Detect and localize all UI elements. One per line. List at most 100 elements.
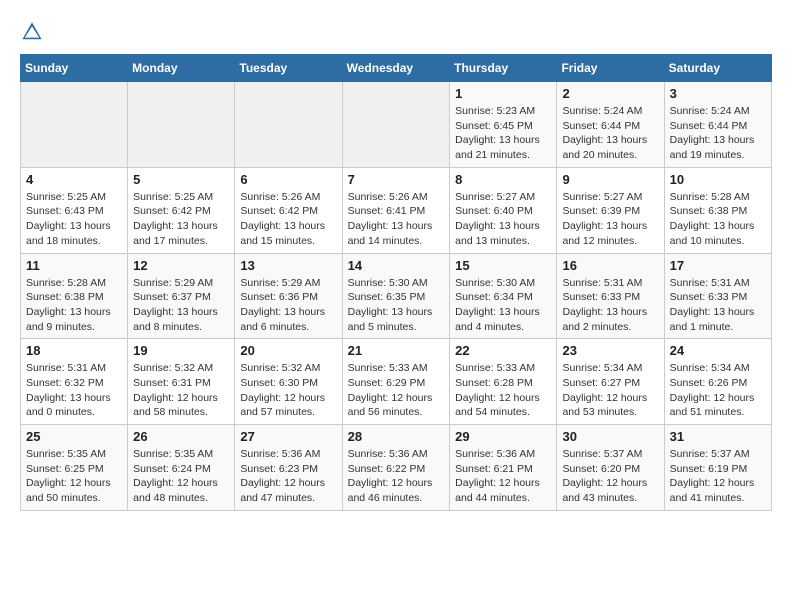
- day-info: Sunrise: 5:32 AM Sunset: 6:31 PM Dayligh…: [133, 361, 229, 420]
- calendar-cell: 7 Sunrise: 5:26 AM Sunset: 6:41 PM Daylig…: [342, 167, 450, 253]
- calendar-cell: 6 Sunrise: 5:26 AM Sunset: 6:42 PM Daylig…: [235, 167, 342, 253]
- day-info: Sunrise: 5:28 AM Sunset: 6:38 PM Dayligh…: [670, 190, 766, 249]
- day-of-week-header: Wednesday: [342, 55, 450, 82]
- day-info: Sunrise: 5:36 AM Sunset: 6:21 PM Dayligh…: [455, 447, 551, 506]
- day-info: Sunrise: 5:31 AM Sunset: 6:32 PM Dayligh…: [26, 361, 122, 420]
- day-of-week-header: Tuesday: [235, 55, 342, 82]
- day-of-week-row: SundayMondayTuesdayWednesdayThursdayFrid…: [21, 55, 772, 82]
- calendar-cell: 21 Sunrise: 5:33 AM Sunset: 6:29 PM Dayli…: [342, 339, 450, 425]
- day-number: 28: [348, 429, 445, 444]
- day-info: Sunrise: 5:24 AM Sunset: 6:44 PM Dayligh…: [670, 104, 766, 163]
- calendar-cell: 23 Sunrise: 5:34 AM Sunset: 6:27 PM Dayli…: [557, 339, 664, 425]
- logo-icon: [20, 20, 44, 44]
- week-row: 1Sunrise: 5:23 AM Sunset: 6:45 PM Daylig…: [21, 82, 772, 168]
- day-info: Sunrise: 5:35 AM Sunset: 6:25 PM Dayligh…: [26, 447, 122, 506]
- day-of-week-header: Thursday: [450, 55, 557, 82]
- calendar-cell: 25 Sunrise: 5:35 AM Sunset: 6:25 PM Dayli…: [21, 425, 128, 511]
- day-number: 22: [455, 343, 551, 358]
- day-number: 10: [670, 172, 766, 187]
- day-number: 4: [26, 172, 122, 187]
- day-info: Sunrise: 5:30 AM Sunset: 6:35 PM Dayligh…: [348, 276, 445, 335]
- calendar-cell: 27 Sunrise: 5:36 AM Sunset: 6:23 PM Dayli…: [235, 425, 342, 511]
- day-number: 5: [133, 172, 229, 187]
- day-info: Sunrise: 5:37 AM Sunset: 6:19 PM Dayligh…: [670, 447, 766, 506]
- day-number: 3: [670, 86, 766, 101]
- calendar-cell: 29 Sunrise: 5:36 AM Sunset: 6:21 PM Dayli…: [450, 425, 557, 511]
- week-row: 25 Sunrise: 5:35 AM Sunset: 6:25 PM Dayli…: [21, 425, 772, 511]
- day-info: Sunrise: 5:26 AM Sunset: 6:42 PM Dayligh…: [240, 190, 336, 249]
- day-number: 8: [455, 172, 551, 187]
- calendar-cell: 12 Sunrise: 5:29 AM Sunset: 6:37 PM Dayli…: [128, 253, 235, 339]
- calendar-cell: 10 Sunrise: 5:28 AM Sunset: 6:38 PM Dayli…: [664, 167, 771, 253]
- calendar-cell: [21, 82, 128, 168]
- day-number: 25: [26, 429, 122, 444]
- calendar-cell: 17Sunrise: 5:31 AM Sunset: 6:33 PM Dayli…: [664, 253, 771, 339]
- day-number: 9: [562, 172, 658, 187]
- day-of-week-header: Sunday: [21, 55, 128, 82]
- day-number: 7: [348, 172, 445, 187]
- day-number: 21: [348, 343, 445, 358]
- day-info: Sunrise: 5:30 AM Sunset: 6:34 PM Dayligh…: [455, 276, 551, 335]
- day-info: Sunrise: 5:33 AM Sunset: 6:29 PM Dayligh…: [348, 361, 445, 420]
- day-info: Sunrise: 5:35 AM Sunset: 6:24 PM Dayligh…: [133, 447, 229, 506]
- day-number: 18: [26, 343, 122, 358]
- day-info: Sunrise: 5:29 AM Sunset: 6:37 PM Dayligh…: [133, 276, 229, 335]
- day-number: 19: [133, 343, 229, 358]
- day-number: 29: [455, 429, 551, 444]
- day-number: 2: [562, 86, 658, 101]
- day-info: Sunrise: 5:27 AM Sunset: 6:40 PM Dayligh…: [455, 190, 551, 249]
- day-number: 24: [670, 343, 766, 358]
- day-info: Sunrise: 5:33 AM Sunset: 6:28 PM Dayligh…: [455, 361, 551, 420]
- calendar-cell: 4 Sunrise: 5:25 AM Sunset: 6:43 PM Daylig…: [21, 167, 128, 253]
- day-number: 30: [562, 429, 658, 444]
- calendar-cell: 16 Sunrise: 5:31 AM Sunset: 6:33 PM Dayli…: [557, 253, 664, 339]
- day-info: Sunrise: 5:34 AM Sunset: 6:26 PM Dayligh…: [670, 361, 766, 420]
- day-info: Sunrise: 5:25 AM Sunset: 6:42 PM Dayligh…: [133, 190, 229, 249]
- day-number: 6: [240, 172, 336, 187]
- day-info: Sunrise: 5:34 AM Sunset: 6:27 PM Dayligh…: [562, 361, 658, 420]
- day-info: Sunrise: 5:25 AM Sunset: 6:43 PM Dayligh…: [26, 190, 122, 249]
- calendar-body: 1Sunrise: 5:23 AM Sunset: 6:45 PM Daylig…: [21, 82, 772, 511]
- calendar-cell: 26Sunrise: 5:35 AM Sunset: 6:24 PM Dayli…: [128, 425, 235, 511]
- calendar-cell: 3 Sunrise: 5:24 AM Sunset: 6:44 PM Daylig…: [664, 82, 771, 168]
- day-info: Sunrise: 5:31 AM Sunset: 6:33 PM Dayligh…: [670, 276, 766, 335]
- calendar-cell: 8 Sunrise: 5:27 AM Sunset: 6:40 PM Daylig…: [450, 167, 557, 253]
- day-number: 16: [562, 258, 658, 273]
- calendar-cell: 15 Sunrise: 5:30 AM Sunset: 6:34 PM Dayli…: [450, 253, 557, 339]
- day-info: Sunrise: 5:36 AM Sunset: 6:23 PM Dayligh…: [240, 447, 336, 506]
- calendar-cell: 30 Sunrise: 5:37 AM Sunset: 6:20 PM Dayli…: [557, 425, 664, 511]
- calendar-cell: [235, 82, 342, 168]
- calendar-cell: 31Sunrise: 5:37 AM Sunset: 6:19 PM Dayli…: [664, 425, 771, 511]
- day-number: 12: [133, 258, 229, 273]
- calendar: SundayMondayTuesdayWednesdayThursdayFrid…: [20, 54, 772, 511]
- day-info: Sunrise: 5:28 AM Sunset: 6:38 PM Dayligh…: [26, 276, 122, 335]
- calendar-cell: 5 Sunrise: 5:25 AM Sunset: 6:42 PM Daylig…: [128, 167, 235, 253]
- day-info: Sunrise: 5:37 AM Sunset: 6:20 PM Dayligh…: [562, 447, 658, 506]
- day-number: 27: [240, 429, 336, 444]
- calendar-cell: 18 Sunrise: 5:31 AM Sunset: 6:32 PM Dayli…: [21, 339, 128, 425]
- day-info: Sunrise: 5:29 AM Sunset: 6:36 PM Dayligh…: [240, 276, 336, 335]
- day-number: 11: [26, 258, 122, 273]
- day-info: Sunrise: 5:27 AM Sunset: 6:39 PM Dayligh…: [562, 190, 658, 249]
- calendar-cell: 19 Sunrise: 5:32 AM Sunset: 6:31 PM Dayli…: [128, 339, 235, 425]
- calendar-cell: 28Sunrise: 5:36 AM Sunset: 6:22 PM Dayli…: [342, 425, 450, 511]
- calendar-cell: 1Sunrise: 5:23 AM Sunset: 6:45 PM Daylig…: [450, 82, 557, 168]
- day-number: 14: [348, 258, 445, 273]
- day-info: Sunrise: 5:26 AM Sunset: 6:41 PM Dayligh…: [348, 190, 445, 249]
- calendar-cell: 2 Sunrise: 5:24 AM Sunset: 6:44 PM Daylig…: [557, 82, 664, 168]
- calendar-cell: 24 Sunrise: 5:34 AM Sunset: 6:26 PM Dayli…: [664, 339, 771, 425]
- calendar-cell: 22 Sunrise: 5:33 AM Sunset: 6:28 PM Dayli…: [450, 339, 557, 425]
- day-of-week-header: Monday: [128, 55, 235, 82]
- week-row: 11 Sunrise: 5:28 AM Sunset: 6:38 PM Dayli…: [21, 253, 772, 339]
- day-info: Sunrise: 5:24 AM Sunset: 6:44 PM Dayligh…: [562, 104, 658, 163]
- day-info: Sunrise: 5:31 AM Sunset: 6:33 PM Dayligh…: [562, 276, 658, 335]
- day-of-week-header: Saturday: [664, 55, 771, 82]
- day-number: 15: [455, 258, 551, 273]
- day-info: Sunrise: 5:23 AM Sunset: 6:45 PM Dayligh…: [455, 104, 551, 163]
- day-of-week-header: Friday: [557, 55, 664, 82]
- page-header: [20, 20, 772, 44]
- day-number: 23: [562, 343, 658, 358]
- day-info: Sunrise: 5:32 AM Sunset: 6:30 PM Dayligh…: [240, 361, 336, 420]
- calendar-cell: 11 Sunrise: 5:28 AM Sunset: 6:38 PM Dayli…: [21, 253, 128, 339]
- logo: [20, 20, 48, 44]
